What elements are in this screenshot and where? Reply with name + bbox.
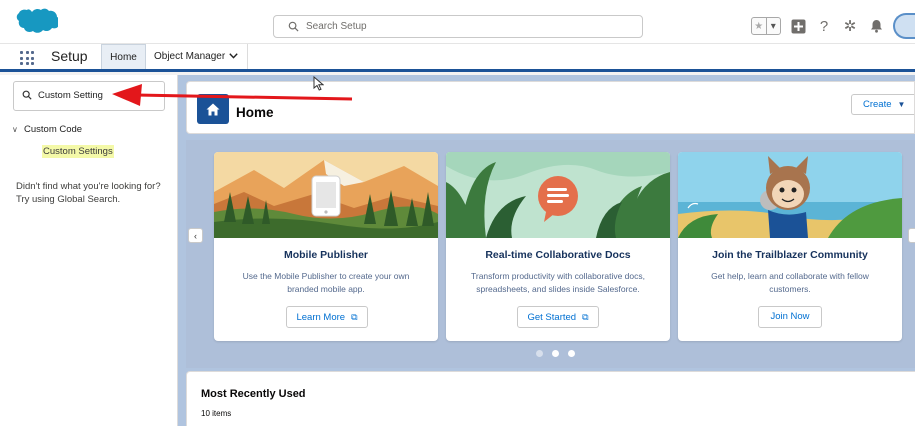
global-actions-plus-icon[interactable] bbox=[789, 17, 807, 35]
salesforce-cloud-logo[interactable] bbox=[14, 8, 58, 38]
chevron-down-icon[interactable]: ∨ bbox=[12, 125, 24, 134]
card-description: Transform productivity with collaborativ… bbox=[470, 271, 645, 294]
search-icon bbox=[288, 21, 299, 32]
mru-title: Most Recently Used bbox=[201, 388, 306, 400]
carousel-card-mobile-publisher: Mobile Publisher Use the Mobile Publishe… bbox=[214, 152, 438, 341]
mru-item-count: 10 items bbox=[201, 409, 232, 418]
quick-find-value: Custom Setting bbox=[38, 90, 103, 101]
card-title: Real-time Collaborative Docs bbox=[485, 249, 631, 261]
global-search-input[interactable]: Search Setup bbox=[273, 15, 643, 38]
app-navigation-bar: Setup Home Object Manager bbox=[0, 44, 915, 72]
external-link-icon: ⧉ bbox=[582, 312, 589, 322]
notifications-bell-icon[interactable] bbox=[867, 17, 885, 35]
setup-gear-icon[interactable]: ✲ bbox=[841, 17, 859, 35]
favorites-dropdown-icon[interactable]: ▾ bbox=[765, 18, 781, 34]
carousel-dot[interactable] bbox=[552, 350, 559, 357]
user-avatar[interactable] bbox=[893, 13, 915, 39]
button-label: Learn More bbox=[296, 312, 346, 323]
button-label: Join Now bbox=[770, 311, 810, 322]
caret-down-icon: ▼ bbox=[897, 100, 906, 109]
hint-line-2[interactable]: Try using Global Search. bbox=[16, 193, 176, 206]
search-icon bbox=[22, 90, 32, 100]
app-launcher-waffle-icon[interactable] bbox=[20, 51, 34, 65]
tree-group-custom-code[interactable]: ∨ Custom Code bbox=[12, 124, 82, 135]
hint-line-1: Didn't find what you're looking for? bbox=[16, 181, 161, 192]
app-name: Setup bbox=[51, 48, 88, 64]
carousel-card-collaborative-docs: Real-time Collaborative Docs Transform p… bbox=[446, 152, 670, 341]
most-recently-used-card: Most Recently Used 10 items bbox=[186, 371, 915, 426]
favorites-star-icon[interactable]: ★ bbox=[752, 18, 766, 34]
card-description: Get help, learn and collaborate with fel… bbox=[711, 271, 869, 294]
card-description: Use the Mobile Publisher to create your … bbox=[242, 271, 410, 294]
chevron-down-icon[interactable] bbox=[229, 44, 238, 69]
tab-object-manager-label: Object Manager bbox=[154, 51, 226, 62]
carousel-dot[interactable] bbox=[568, 350, 575, 357]
get-started-button[interactable]: Get Started ⧉ bbox=[517, 306, 599, 328]
mobile-publisher-illustration bbox=[214, 152, 438, 238]
tree-item-custom-settings[interactable]: Custom Settings bbox=[42, 145, 114, 158]
carousel-dot[interactable] bbox=[536, 350, 543, 357]
carousel-next-button[interactable] bbox=[908, 228, 915, 243]
card-title: Join the Trailblazer Community bbox=[712, 249, 868, 261]
setup-tree-sidebar: Custom Setting ∨ Custom Code Custom Setti… bbox=[0, 75, 178, 426]
carousel-card-trailblazer-community: Join the Trailblazer Community Get help,… bbox=[678, 152, 902, 341]
external-link-icon: ⧉ bbox=[351, 312, 358, 322]
collaborative-docs-illustration bbox=[446, 152, 670, 238]
button-label: Get Started bbox=[527, 312, 577, 323]
no-results-hint: Didn't find what you're looking for? Try… bbox=[16, 180, 176, 206]
tab-object-manager[interactable]: Object Manager bbox=[146, 44, 248, 69]
tab-home[interactable]: Home bbox=[101, 44, 146, 69]
tree-group-label: Custom Code bbox=[24, 124, 83, 135]
card-title: Mobile Publisher bbox=[283, 249, 368, 261]
carousel-prev-button[interactable]: ‹ bbox=[188, 228, 203, 243]
feature-carousel: ‹ Mobile Publisher Use the Mobile Publis… bbox=[186, 140, 915, 368]
create-menu-button[interactable]: Create ▼ bbox=[851, 94, 914, 115]
learn-more-button[interactable]: Learn More ⧉ bbox=[286, 306, 368, 328]
carousel-pagination bbox=[536, 350, 575, 357]
annotation-arrow-icon bbox=[112, 84, 353, 106]
help-question-icon[interactable]: ? bbox=[815, 17, 833, 35]
create-button-label: Create bbox=[863, 99, 892, 110]
global-header: Search Setup ★ ▾ ? ✲ bbox=[0, 0, 915, 44]
header-utility-icons: ★ ▾ ? ✲ bbox=[751, 12, 915, 40]
trailblazer-mascot-illustration bbox=[678, 152, 902, 238]
join-now-button[interactable]: Join Now bbox=[758, 306, 822, 328]
search-placeholder: Search Setup bbox=[306, 21, 367, 32]
favorites-control[interactable]: ★ ▾ bbox=[751, 17, 781, 35]
